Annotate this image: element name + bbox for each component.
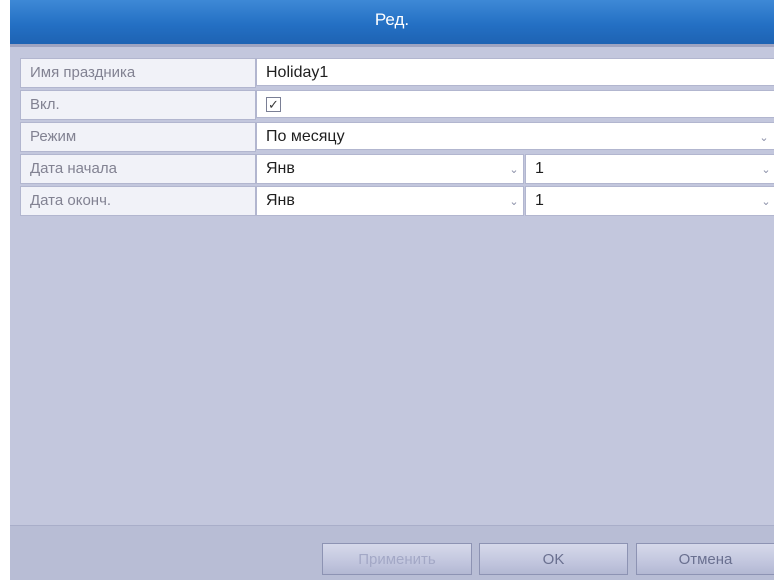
chevron-down-icon: ⌄ xyxy=(509,164,519,176)
chevron-down-icon: ⌄ xyxy=(759,132,769,144)
end-date-label: Дата оконч. xyxy=(20,186,256,216)
mode-label: Режим xyxy=(20,122,256,152)
enabled-cell: ✓ xyxy=(256,90,774,118)
end-month-value: Янв xyxy=(266,192,295,209)
mode-value: По месяцу xyxy=(266,128,345,145)
chevron-down-icon: ⌄ xyxy=(509,196,519,208)
ok-button[interactable]: OK xyxy=(479,543,628,575)
title-divider xyxy=(10,44,774,47)
button-bar: Применить OK Отмена xyxy=(10,525,774,580)
end-day-select[interactable]: 1 ⌄ xyxy=(525,186,774,216)
holiday-form: Имя праздника Holiday1 Вкл. ✓ Режим По м… xyxy=(20,58,774,218)
start-day-select[interactable]: 1 ⌄ xyxy=(525,154,774,184)
start-month-value: Янв xyxy=(266,160,295,177)
enabled-label: Вкл. xyxy=(20,90,256,120)
cancel-button[interactable]: Отмена xyxy=(636,543,774,575)
start-month-select[interactable]: Янв ⌄ xyxy=(256,154,524,184)
end-day-value: 1 xyxy=(535,192,544,209)
start-date-label: Дата начала xyxy=(20,154,256,184)
start-date-row: Дата начала Янв ⌄ 1 ⌄ xyxy=(20,154,774,184)
enabled-row: Вкл. ✓ xyxy=(20,90,774,120)
chevron-down-icon: ⌄ xyxy=(761,164,771,176)
mode-select[interactable]: По месяцу ⌄ xyxy=(256,122,774,150)
holiday-name-input[interactable]: Holiday1 xyxy=(256,58,774,86)
holiday-name-label: Имя праздника xyxy=(20,58,256,88)
checkmark-icon: ✓ xyxy=(268,97,279,112)
chevron-down-icon: ⌄ xyxy=(761,196,771,208)
holiday-edit-dialog: Ред. Имя праздника Holiday1 Вкл. ✓ Режим… xyxy=(10,0,774,580)
holiday-name-row: Имя праздника Holiday1 xyxy=(20,58,774,88)
end-month-select[interactable]: Янв ⌄ xyxy=(256,186,524,216)
start-day-value: 1 xyxy=(535,160,544,177)
mode-row: Режим По месяцу ⌄ xyxy=(20,122,774,152)
enabled-checkbox[interactable]: ✓ xyxy=(266,97,281,112)
end-date-row: Дата оконч. Янв ⌄ 1 ⌄ xyxy=(20,186,774,216)
dialog-title: Ред. xyxy=(10,0,774,44)
apply-button[interactable]: Применить xyxy=(322,543,472,575)
